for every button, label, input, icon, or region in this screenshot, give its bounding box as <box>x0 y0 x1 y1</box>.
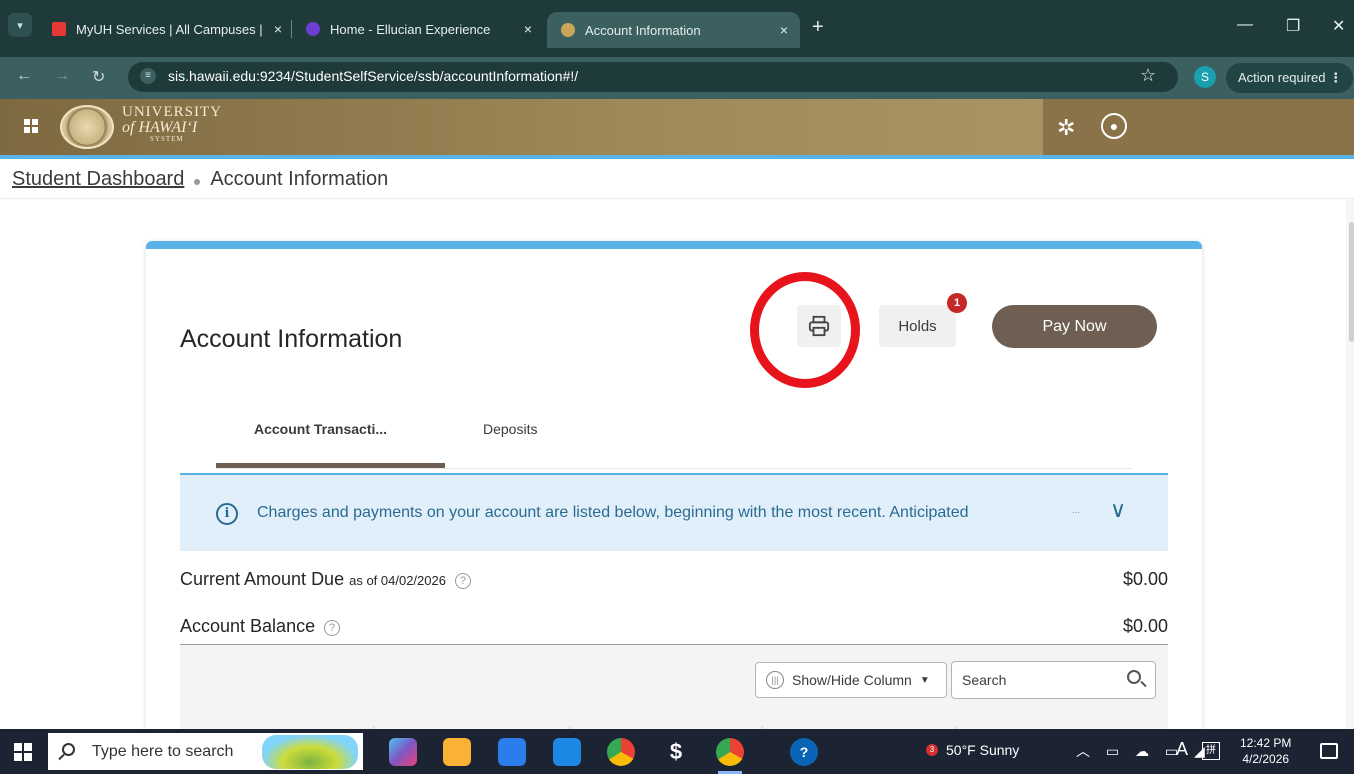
search-icon[interactable] <box>1127 670 1141 684</box>
notifications-icon[interactable] <box>1320 743 1338 759</box>
tab-deposits[interactable]: Deposits <box>483 421 537 437</box>
apps-grid-icon[interactable] <box>24 119 38 133</box>
input-language[interactable]: A <box>1176 739 1188 760</box>
pay-now-button[interactable]: Pay Now <box>992 305 1157 348</box>
as-of-date: as of 04/02/2026 <box>349 573 446 588</box>
tab-account-information[interactable]: Account Information × <box>547 12 800 48</box>
chevron-down-icon[interactable]: ∨ <box>1110 497 1126 523</box>
breadcrumb-student-dashboard[interactable]: Student Dashboard <box>12 168 184 191</box>
current-amount-due-value: $0.00 <box>1122 569 1168 589</box>
back-icon[interactable]: ← <box>16 67 32 85</box>
myuh-favicon-icon <box>52 22 66 36</box>
header-accent-bar <box>0 155 1354 159</box>
gear-icon[interactable]: ✲ <box>1057 115 1075 141</box>
account-balance-label: Account Balance <box>180 616 316 636</box>
uh-logo-wordmark: UNIVERSITY of HAWAI‘I SYSTEM <box>122 104 222 143</box>
file-explorer-icon[interactable] <box>443 738 471 766</box>
taskbar-search[interactable]: Type here to search <box>48 733 363 770</box>
copilot-icon[interactable] <box>389 738 417 766</box>
account-tabs: Account Transacti... Deposits <box>216 409 1132 469</box>
account-information-card: Account Information Holds 1 Pay Now Acco… <box>146 241 1202 749</box>
weather-widget[interactable]: 3 50°F Sunny <box>926 742 1019 758</box>
close-window-icon[interactable]: ✕ <box>1332 16 1345 36</box>
minimize-icon[interactable]: — <box>1237 16 1253 34</box>
breadcrumb-divider <box>0 198 1354 199</box>
columns-icon: ||| <box>766 671 784 689</box>
uh-seal-logo <box>60 105 114 149</box>
tab-close-icon[interactable]: × <box>524 21 532 37</box>
holds-count-badge: 1 <box>947 293 967 313</box>
winamp-icon[interactable]: $ <box>662 738 690 766</box>
highlight-ring-annotation <box>750 272 860 388</box>
windows-start-icon[interactable] <box>14 743 32 761</box>
search-icon <box>62 743 75 756</box>
breadcrumb: Student Dashboard Account Information <box>12 168 388 191</box>
bookmark-star-icon[interactable]: ☆ <box>1140 65 1156 86</box>
caret-down-icon: ▼ <box>919 674 930 686</box>
search-highlight-image <box>262 735 358 769</box>
breadcrumb-separator <box>194 178 201 185</box>
new-tab-button[interactable]: + <box>812 16 824 39</box>
holds-button[interactable]: Holds <box>879 305 956 347</box>
reload-icon[interactable]: ↻ <box>92 67 105 87</box>
uh-site-header: UNIVERSITY of HAWAI‘I SYSTEM ✲ ● <box>0 99 1354 155</box>
uh-favicon-icon <box>561 23 575 37</box>
help-icon[interactable]: ? <box>454 573 471 589</box>
url-text[interactable]: sis.hawaii.edu:9234/StudentSelfService/s… <box>168 68 578 84</box>
chrome-active-icon[interactable] <box>716 738 744 766</box>
user-profile-icon[interactable]: ● <box>1101 113 1127 139</box>
tab-myuh-services[interactable]: MyUH Services | All Campuses | × <box>52 15 282 43</box>
search-field[interactable] <box>951 661 1156 699</box>
ime-icon[interactable]: 拼 <box>1202 742 1220 760</box>
search-input[interactable] <box>962 672 1112 688</box>
info-icon: i <box>216 503 238 525</box>
tab-close-icon[interactable]: × <box>274 21 282 37</box>
active-tab-indicator <box>216 463 445 468</box>
microsoft-store-icon[interactable] <box>498 738 526 766</box>
breadcrumb-current: Account Information <box>210 168 389 190</box>
info-ellipsis: ... <box>1072 505 1081 516</box>
forward-icon[interactable]: → <box>54 67 70 85</box>
page-title: Account Information <box>180 325 403 353</box>
tab-search-chevron-icon[interactable]: ▾ <box>8 13 32 37</box>
table-toolbar: ||| Show/Hide Column ▼ <box>180 645 1168 720</box>
system-tray-icons[interactable]: ︿ ▭ ☁ ▭ ◢ <box>1076 741 1211 761</box>
tab-close-icon[interactable]: × <box>780 22 788 38</box>
tab-ellucian-home[interactable]: Home - Ellucian Experience × <box>306 15 532 43</box>
help-icon[interactable]: ? <box>324 620 341 636</box>
restore-icon[interactable]: ❐ <box>1286 16 1300 36</box>
weather-badge: 3 <box>926 744 938 756</box>
ellucian-favicon-icon <box>306 22 320 36</box>
profile-avatar[interactable]: S <box>1194 66 1216 88</box>
tab-account-transactions[interactable]: Account Transacti... <box>254 421 387 437</box>
page-scroll-thumb[interactable] <box>1349 222 1354 342</box>
action-required-button[interactable]: Action required ⋮ <box>1226 63 1354 93</box>
taskbar-clock[interactable]: 12:42 PM 4/2/2026 <box>1240 735 1291 767</box>
chrome-icon[interactable] <box>607 738 635 766</box>
current-amount-due-row: Current Amount Due as of 04/02/2026 ? $0… <box>180 565 1168 595</box>
browser-tab-strip: ▾ MyUH Services | All Campuses | × Home … <box>0 0 1354 57</box>
mail-icon[interactable] <box>553 738 581 766</box>
address-bar[interactable]: ≡ sis.hawaii.edu:9234/StudentSelfService… <box>128 62 1178 92</box>
info-banner-text: Charges and payments on your account are… <box>257 504 969 521</box>
windows-taskbar: Type here to search $ ? 3 50°F Sunny ︿ ▭… <box>0 729 1354 774</box>
header-tools: ✲ ● <box>1043 99 1354 155</box>
account-balance-value: $0.00 <box>1122 616 1168 636</box>
account-balance-row: Account Balance ? $0.00 <box>180 612 1168 642</box>
info-banner: i Charges and payments on your account a… <box>180 473 1168 551</box>
help-app-icon[interactable]: ? <box>790 738 818 766</box>
browser-toolbar: ← → ↻ ≡ sis.hawaii.edu:9234/StudentSelfS… <box>0 57 1354 99</box>
current-amount-due-label: Current Amount Due <box>180 569 345 589</box>
tab-separator <box>291 20 292 38</box>
site-settings-icon[interactable]: ≡ <box>140 68 156 84</box>
show-hide-column-dropdown[interactable]: ||| Show/Hide Column ▼ <box>755 662 947 698</box>
